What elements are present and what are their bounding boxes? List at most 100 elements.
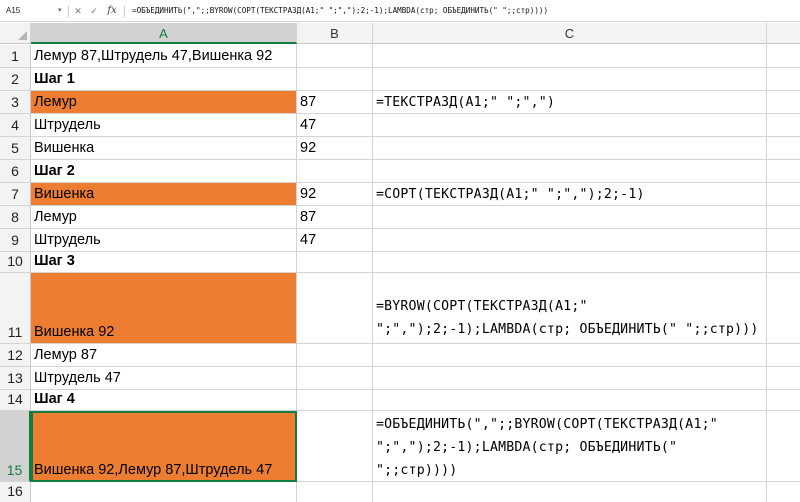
cell-d2[interactable] [767, 68, 800, 91]
cell-b12[interactable] [297, 344, 373, 367]
cell-c15[interactable]: =ОБЪЕДИНИТЬ(",";;BYROW(СОРТ(ТЕКСТРАЗД(A1… [373, 411, 767, 482]
cell-a7[interactable]: Вишенка [31, 183, 297, 206]
cell-a14[interactable]: Шаг 4 [31, 390, 297, 411]
formula-bar: A15 ▾ ✕ ✓ fx =ОБЪЕДИНИТЬ(",";;BYROW(СОРТ… [0, 0, 800, 22]
cell-d10[interactable] [767, 252, 800, 273]
cell-a6[interactable]: Шаг 2 [31, 160, 297, 183]
cell-c14[interactable] [373, 390, 767, 411]
cell-b9[interactable]: 47 [297, 229, 373, 252]
cell-d12[interactable] [767, 344, 800, 367]
cell-a16[interactable] [31, 482, 297, 502]
row-header[interactable]: 2 [0, 68, 31, 91]
cell-c2[interactable] [373, 68, 767, 91]
row-header[interactable]: 9 [0, 229, 31, 252]
cell-c5[interactable] [373, 137, 767, 160]
row-header[interactable]: 4 [0, 114, 31, 137]
cell-b1[interactable] [297, 45, 373, 68]
cell-c4[interactable] [373, 114, 767, 137]
cell-c1[interactable] [373, 45, 767, 68]
cell-b10[interactable] [297, 252, 373, 273]
row-header[interactable]: 16 [0, 482, 31, 502]
row-header[interactable]: 5 [0, 137, 31, 160]
cell-c8[interactable] [373, 206, 767, 229]
cell-d15[interactable] [767, 411, 800, 482]
table-row: 6 Шаг 2 [0, 160, 800, 183]
cell-b2[interactable] [297, 68, 373, 91]
select-all-icon [18, 31, 27, 40]
column-header-a[interactable]: A [31, 23, 297, 44]
cell-c13[interactable] [373, 367, 767, 390]
row-header[interactable]: 6 [0, 160, 31, 183]
row-header[interactable]: 13 [0, 367, 31, 390]
cell-a11[interactable]: Вишенка 92 [31, 273, 297, 344]
cancel-icon[interactable]: ✕ [72, 3, 84, 19]
row-header[interactable]: 12 [0, 344, 31, 367]
cell-d13[interactable] [767, 367, 800, 390]
cell-d9[interactable] [767, 229, 800, 252]
cell-d16[interactable] [767, 482, 800, 502]
cell-d5[interactable] [767, 137, 800, 160]
cell-a10[interactable]: Шаг 3 [31, 252, 297, 273]
cell-a4[interactable]: Штрудель [31, 114, 297, 137]
cell-c16[interactable] [373, 482, 767, 502]
formula-input[interactable]: =ОБЪЕДИНИТЬ(",";;BYROW(СОРТ(ТЕКСТРАЗД(A1… [132, 3, 548, 19]
cell-b3[interactable]: 87 [297, 91, 373, 114]
cell-a5[interactable]: Вишенка [31, 137, 297, 160]
cell-c7[interactable]: =СОРТ(ТЕКСТРАЗД(A1;" ";",");2;-1) [373, 183, 767, 206]
column-header-c[interactable]: C [373, 23, 767, 44]
table-row: 13 Штрудель 47 [0, 367, 800, 390]
row-header[interactable]: 15 [0, 411, 31, 482]
cell-d8[interactable] [767, 206, 800, 229]
cell-a9[interactable]: Штрудель [31, 229, 297, 252]
cell-d6[interactable] [767, 160, 800, 183]
name-box[interactable]: A15 [2, 3, 58, 19]
cell-b5[interactable]: 92 [297, 137, 373, 160]
cell-c11[interactable]: =BYROW(СОРТ(ТЕКСТРАЗД(A1;" ";",");2;-1);… [373, 273, 767, 344]
cell-b4[interactable]: 47 [297, 114, 373, 137]
cell-b11[interactable] [297, 273, 373, 344]
row-header[interactable]: 3 [0, 91, 31, 114]
cell-a15[interactable]: Вишенка 92,Лемур 87,Штрудель 47 [31, 411, 297, 482]
cell-d7[interactable] [767, 183, 800, 206]
cell-b13[interactable] [297, 367, 373, 390]
row-header[interactable]: 11 [0, 273, 31, 344]
cell-b6[interactable] [297, 160, 373, 183]
cell-a8[interactable]: Лемур [31, 206, 297, 229]
cell-d3[interactable] [767, 91, 800, 114]
column-header-d[interactable] [767, 23, 800, 44]
column-header-b[interactable]: B [297, 23, 373, 44]
cell-d14[interactable] [767, 390, 800, 411]
table-row: 5 Вишенка 92 [0, 137, 800, 160]
cell-c3[interactable]: =ТЕКСТРАЗД(A1;" ";",") [373, 91, 767, 114]
table-row: 3 Лемур 87 =ТЕКСТРАЗД(A1;" ";",") [0, 91, 800, 114]
row-header[interactable]: 8 [0, 206, 31, 229]
formula-bar-divider [124, 6, 125, 17]
cell-a12[interactable]: Лемур 87 [31, 344, 297, 367]
name-box-dropdown-icon[interactable]: ▾ [58, 3, 62, 19]
cell-c6[interactable] [373, 160, 767, 183]
cell-b8[interactable]: 87 [297, 206, 373, 229]
table-row: 14 Шаг 4 [0, 390, 800, 411]
cell-c10[interactable] [373, 252, 767, 273]
cell-c12[interactable] [373, 344, 767, 367]
select-all-corner[interactable] [0, 23, 31, 44]
cell-a3[interactable]: Лемур [31, 91, 297, 114]
cell-b16[interactable] [297, 482, 373, 502]
cell-a2[interactable]: Шаг 1 [31, 68, 297, 91]
table-row: 7 Вишенка 92 =СОРТ(ТЕКСТРАЗД(A1;" ";",")… [0, 183, 800, 206]
cell-a13[interactable]: Штрудель 47 [31, 367, 297, 390]
row-header[interactable]: 10 [0, 252, 31, 273]
row-header[interactable]: 7 [0, 183, 31, 206]
cell-d4[interactable] [767, 114, 800, 137]
cell-d1[interactable] [767, 45, 800, 68]
cell-b15[interactable] [297, 411, 373, 482]
cell-b14[interactable] [297, 390, 373, 411]
insert-function-icon[interactable]: fx [104, 3, 120, 19]
row-header[interactable]: 1 [0, 45, 31, 68]
row-header[interactable]: 14 [0, 390, 31, 411]
cell-d11[interactable] [767, 273, 800, 344]
cell-a1[interactable]: Лемур 87,Штрудель 47,Вишенка 92 [31, 45, 297, 68]
cell-c9[interactable] [373, 229, 767, 252]
cell-b7[interactable]: 92 [297, 183, 373, 206]
enter-icon[interactable]: ✓ [88, 3, 100, 19]
